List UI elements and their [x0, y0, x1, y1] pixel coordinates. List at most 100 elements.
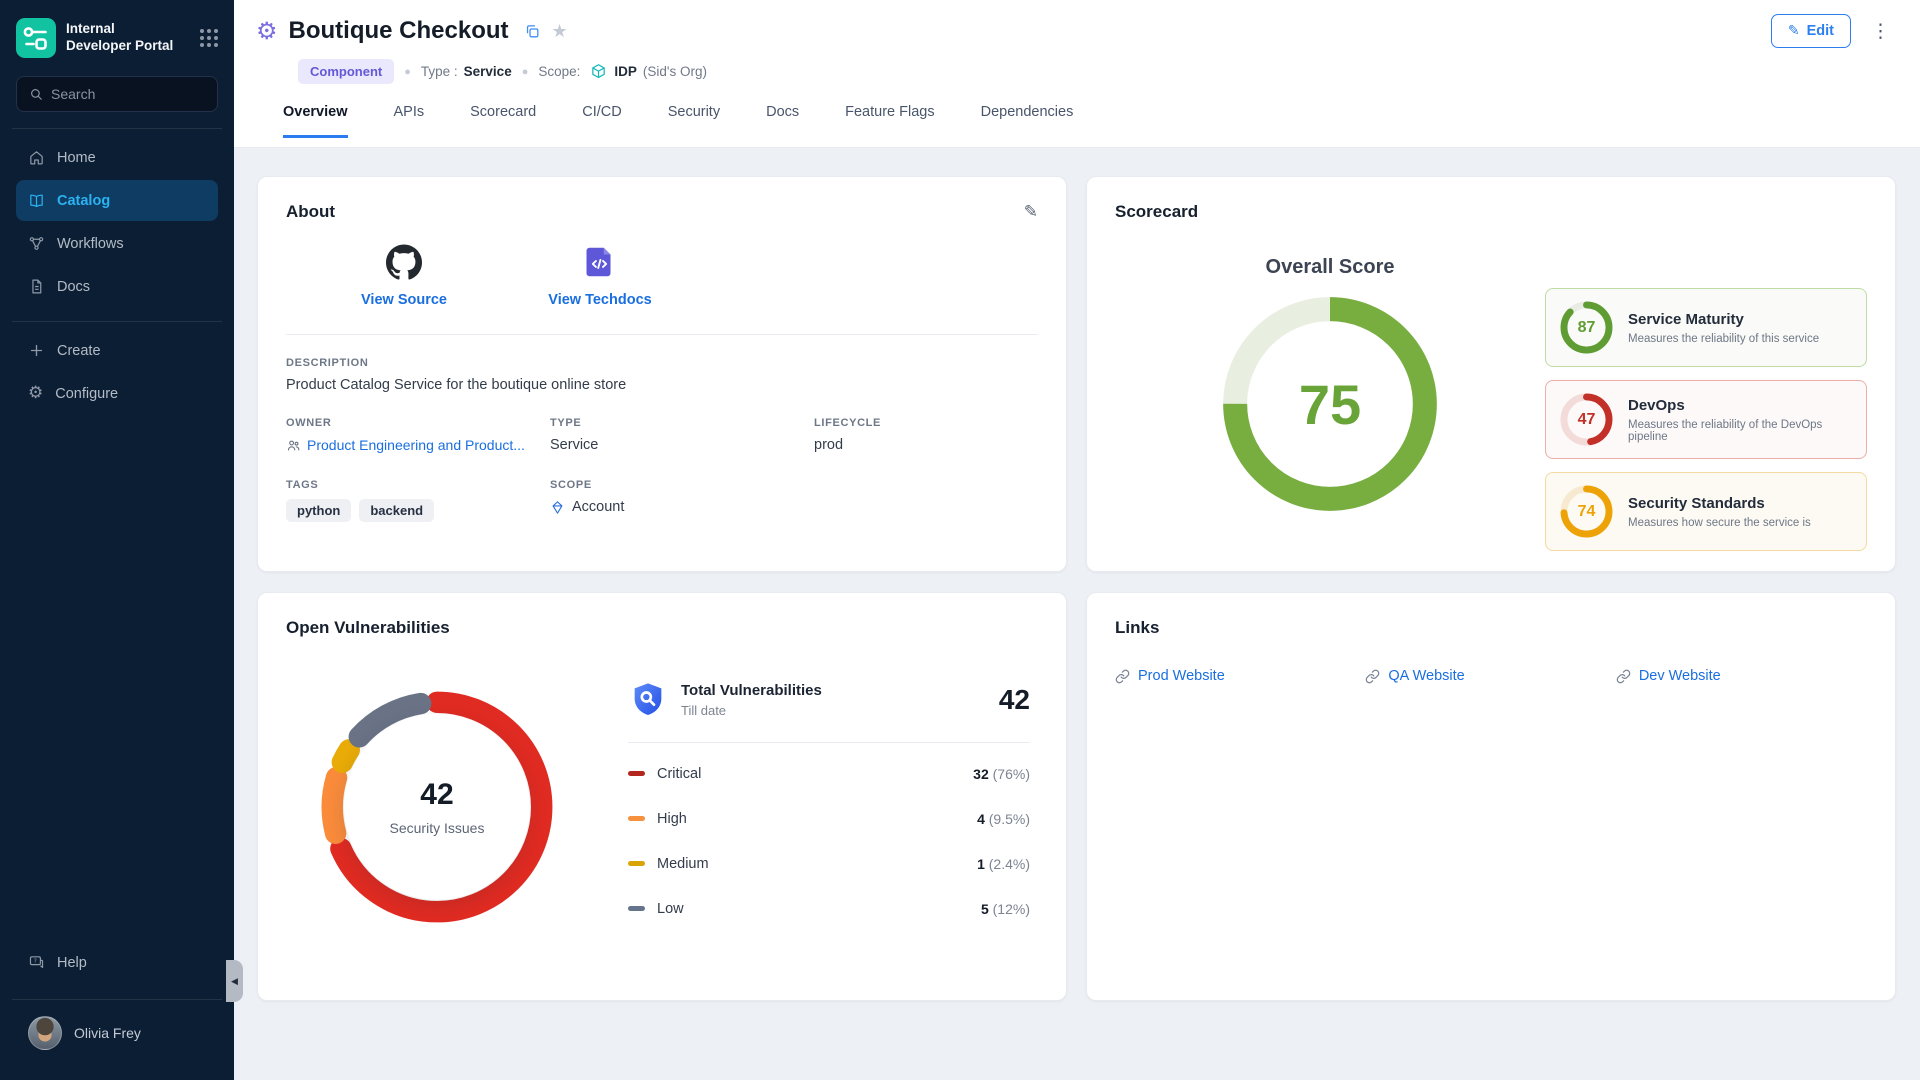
vulnerabilities-card: Open Vulnerabilities 42 Security Issues — [257, 592, 1067, 1001]
copy-icon[interactable] — [524, 23, 541, 40]
lifecycle-field: LIFECYCLE prod — [814, 417, 1038, 453]
sidebar-item-label: Configure — [55, 386, 118, 402]
tab-cicd[interactable]: CI/CD — [582, 104, 621, 138]
sidebar-item-docs[interactable]: Docs — [16, 266, 218, 307]
legend-row-low: Low 5 (12%) — [628, 886, 1030, 931]
tag-chip[interactable]: python — [286, 499, 351, 522]
overall-score-label: Overall Score — [1266, 256, 1395, 279]
search-icon — [29, 86, 43, 102]
score-name: Security Standards — [1628, 495, 1811, 512]
tab-overview[interactable]: Overview — [283, 104, 348, 138]
score-name: Service Maturity — [1628, 311, 1819, 328]
sidebar-divider — [12, 128, 222, 129]
shield-search-icon — [628, 680, 668, 720]
page-title: Boutique Checkout — [289, 17, 509, 45]
legend-label: Critical — [657, 766, 701, 782]
main-area: ⚙ Boutique Checkout ★ ✎ Edit ⋮ Component… — [234, 0, 1920, 1080]
type-value: Service — [464, 64, 512, 79]
tab-dependencies[interactable]: Dependencies — [981, 104, 1074, 138]
link-label: Dev Website — [1639, 668, 1721, 684]
score-value: 47 — [1560, 393, 1613, 446]
sidebar-item-home[interactable]: Home — [16, 137, 218, 178]
score-card-security-standards[interactable]: 74 Security Standards Measures how secur… — [1545, 472, 1867, 551]
description-value: Product Catalog Service for the boutique… — [286, 377, 1038, 393]
sidebar: Internal Developer Portal Home Catalog W… — [0, 0, 234, 1080]
owner-link[interactable]: Product Engineering and Product... — [286, 437, 550, 453]
github-icon — [386, 244, 422, 280]
dev-website-link[interactable]: Dev Website — [1616, 668, 1866, 684]
legend-row-critical: Critical 32 (76%) — [628, 751, 1030, 796]
sidebar-item-label: Home — [57, 150, 96, 166]
link-chain-icon — [1616, 669, 1631, 684]
score-card-service-maturity[interactable]: 87 Service Maturity Measures the reliabi… — [1545, 288, 1867, 367]
tab-feature-flags[interactable]: Feature Flags — [845, 104, 934, 138]
favorite-star-icon[interactable]: ★ — [552, 21, 568, 42]
medium-dash-icon — [628, 861, 645, 866]
prod-website-link[interactable]: Prod Website — [1115, 668, 1365, 684]
score-desc: Measures the reliability of this service — [1628, 333, 1819, 345]
avatar — [28, 1016, 62, 1050]
sidebar-search[interactable] — [16, 76, 218, 112]
sidebar-item-catalog[interactable]: Catalog — [16, 180, 218, 221]
sidebar-divider — [12, 999, 222, 1000]
home-icon — [28, 149, 45, 166]
tab-security[interactable]: Security — [668, 104, 720, 138]
tab-docs[interactable]: Docs — [766, 104, 799, 138]
score-value: 87 — [1560, 301, 1613, 354]
tag-chip[interactable]: backend — [359, 499, 434, 522]
sidebar-item-label: Create — [57, 343, 101, 359]
score-desc: Measures how secure the service is — [1628, 517, 1811, 529]
sidebar-divider — [12, 321, 222, 322]
link-label: Prod Website — [1138, 668, 1225, 684]
score-card-devops[interactable]: 47 DevOps Measures the reliability of th… — [1545, 380, 1867, 459]
legend-pct: (9.5%) — [989, 811, 1030, 827]
sidebar-item-label: Workflows — [57, 236, 124, 252]
view-source-link[interactable]: View Source — [342, 244, 466, 308]
view-techdocs-link[interactable]: View Techdocs — [538, 244, 662, 308]
type-field-label: TYPE — [550, 417, 814, 429]
tab-apis[interactable]: APIs — [394, 104, 425, 138]
vulns-divider — [628, 742, 1030, 743]
scope-label: Scope: — [538, 64, 580, 79]
gear-icon: ⚙ — [28, 385, 43, 402]
about-divider — [286, 334, 1038, 335]
lifecycle-value: prod — [814, 437, 1038, 453]
total-vulns-subtitle: Till date — [681, 703, 822, 718]
workflows-icon — [28, 235, 45, 252]
owner-label: OWNER — [286, 417, 550, 429]
edit-button[interactable]: ✎ Edit — [1771, 14, 1851, 48]
search-input[interactable] — [51, 86, 205, 102]
owner-value: Product Engineering and Product... — [307, 437, 525, 453]
sidebar-item-configure[interactable]: ⚙ Configure — [16, 373, 218, 414]
app-title-line2: Developer Portal — [66, 38, 190, 55]
sidebar-item-create[interactable]: Create — [16, 330, 218, 371]
legend-pct: (76%) — [993, 766, 1030, 782]
logo-row: Internal Developer Portal — [16, 18, 218, 58]
user-name: Olivia Frey — [74, 1025, 141, 1041]
edit-about-pencil-icon[interactable]: ✎ — [1024, 202, 1038, 222]
more-options-icon[interactable]: ⋮ — [1867, 20, 1894, 42]
sidebar-collapse-handle[interactable]: ◀ — [226, 960, 243, 1002]
type-field: TYPE Service — [550, 417, 814, 453]
scorecard-card: Scorecard Overall Score 75 87 Service Ma… — [1086, 176, 1896, 572]
type-field-value: Service — [550, 437, 814, 453]
apps-grid-icon[interactable] — [200, 29, 218, 47]
type-label: Type : — [421, 64, 458, 79]
sidebar-item-help[interactable]: ? Help — [16, 942, 218, 983]
tab-scorecard[interactable]: Scorecard — [470, 104, 536, 138]
legend-row-high: High 4 (9.5%) — [628, 796, 1030, 841]
score-name: DevOps — [1628, 397, 1852, 414]
user-menu[interactable]: Olivia Frey — [16, 1006, 218, 1060]
tab-bar: Overview APIs Scorecard CI/CD Security D… — [283, 104, 1894, 138]
app-title-line1: Internal — [66, 21, 190, 38]
description-label: DESCRIPTION — [286, 357, 1038, 369]
edit-button-label: Edit — [1807, 23, 1834, 39]
qa-website-link[interactable]: QA Website — [1365, 668, 1615, 684]
dot-separator: ● — [404, 66, 411, 78]
sidebar-item-workflows[interactable]: Workflows — [16, 223, 218, 264]
legend-count: 4 — [977, 811, 985, 827]
scope-org: (Sid's Org) — [643, 64, 707, 79]
donut-total-label: Security Issues — [390, 820, 485, 836]
about-card-title: About — [286, 202, 335, 222]
link-chain-icon — [1115, 669, 1130, 684]
